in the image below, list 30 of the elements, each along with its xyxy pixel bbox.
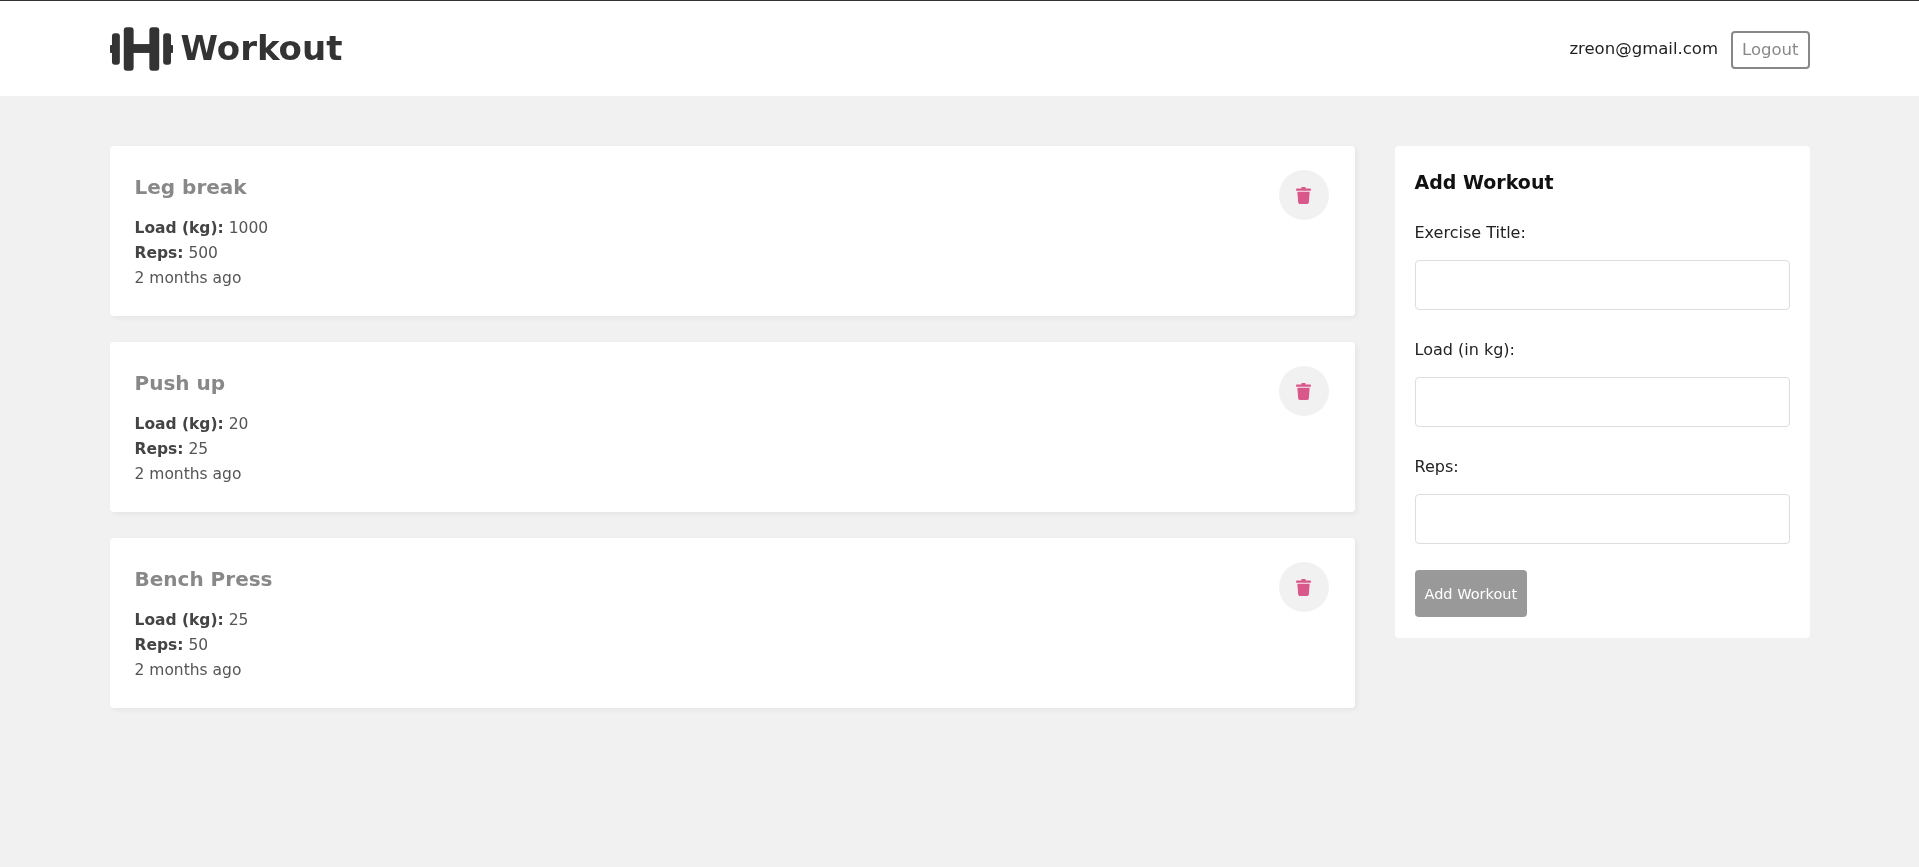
form-title: Add Workout: [1414, 170, 1554, 195]
trash-icon: [1296, 382, 1311, 400]
trash-icon: [1296, 578, 1311, 596]
workout-time: 2 months ago: [134, 660, 243, 681]
field-label: Exercise Title:: [1414, 223, 1526, 243]
workout-reps: Reps: 25: [134, 439, 210, 460]
workout-title: Push up: [134, 370, 227, 396]
field-label: Load (in kg):: [1414, 340, 1515, 360]
workout-reps: Reps: 500: [134, 243, 219, 264]
user-email: zreon@gmail.com: [1569, 39, 1718, 58]
workout-title: Bench Press: [134, 566, 273, 592]
input-field[interactable]: [1414, 494, 1790, 544]
workout-time: 2 months ago: [134, 464, 243, 485]
workout-load: Load (kg): 25: [134, 610, 250, 631]
logo-title[interactable]: Workout: [180, 28, 343, 69]
delete-button[interactable]: [1278, 562, 1329, 612]
workout-reps: Reps: 50: [134, 635, 210, 656]
delete-button[interactable]: [1278, 366, 1329, 416]
workout-load: Load (kg): 20: [134, 414, 249, 435]
input-field[interactable]: [1414, 260, 1790, 310]
delete-button[interactable]: [1278, 170, 1329, 220]
logout-button[interactable]: Logout: [1731, 30, 1810, 69]
workout-title: Leg break: [134, 174, 248, 200]
workout-time: 2 months ago: [134, 268, 243, 289]
workout-load: Load (kg): 1000: [134, 218, 269, 239]
add-workout-button[interactable]: Add Workout: [1414, 570, 1528, 617]
dumbbell-icon: [109, 26, 173, 71]
input-field[interactable]: [1414, 377, 1790, 427]
trash-icon: [1296, 186, 1311, 204]
field-label: Reps:: [1414, 457, 1459, 477]
